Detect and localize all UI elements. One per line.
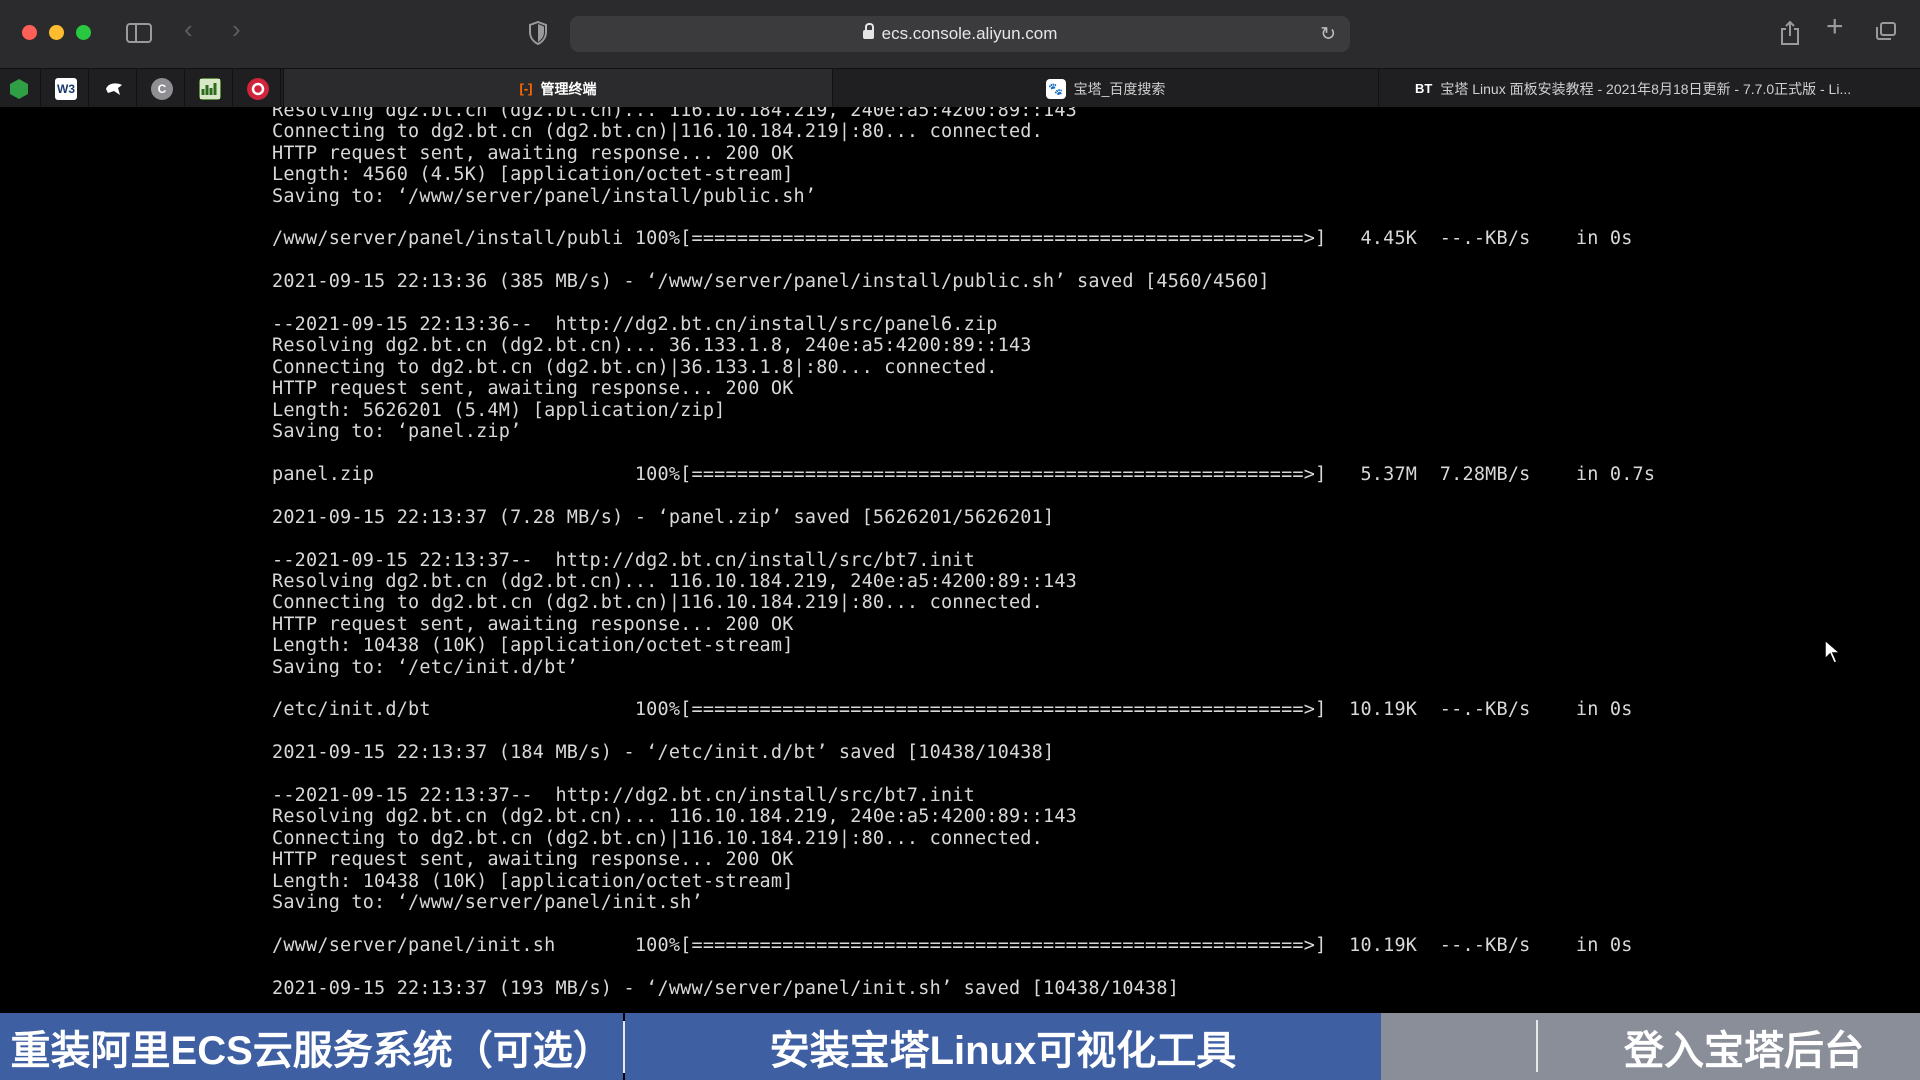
terminal-line: Connecting to dg2.bt.cn (dg2.bt.cn)|36.1…	[272, 356, 998, 378]
forward-arrow-icon[interactable]: ›	[232, 16, 241, 42]
caption-step3-text: 登入宝塔后台	[1624, 1028, 1864, 1073]
close-window-button[interactable]	[22, 25, 37, 40]
pinned-tab-hexagon[interactable]	[8, 78, 30, 100]
terminal-line: 2021-09-15 22:13:37 (193 MB/s) - ‘/www/s…	[272, 977, 1180, 999]
terminal-line: Saving to: ‘panel.zip’	[272, 421, 522, 443]
terminal-line: HTTP request sent, awaiting response... …	[272, 613, 794, 635]
reload-icon[interactable]: ↻	[1320, 23, 1336, 46]
terminal-line: --2021-09-15 22:13:37-- http://dg2.bt.cn…	[272, 785, 975, 806]
tab-terminal[interactable]: [-] 管理终端	[283, 69, 832, 108]
terminal-line: HTTP request sent, awaiting response... …	[272, 378, 794, 400]
terminal-line: Length: 10438 (10K) [application/octet-s…	[272, 870, 794, 892]
caption-step2: 安装宝塔Linux可视化工具	[625, 1013, 1381, 1080]
terminal-line: Resolving dg2.bt.cn (dg2.bt.cn)... 116.1…	[272, 107, 1077, 121]
minimize-window-button[interactable]	[49, 25, 64, 40]
bird-icon	[106, 83, 122, 95]
pinned-tab-c[interactable]: C	[151, 78, 173, 100]
caption-divider	[1535, 1020, 1538, 1072]
terminal-line: HTTP request sent, awaiting response... …	[272, 849, 794, 871]
lock-icon	[862, 23, 874, 39]
terminal-line: 2021-09-15 22:13:37 (7.28 MB/s) - ‘panel…	[272, 506, 1055, 528]
terminal-line: Resolving dg2.bt.cn (dg2.bt.cn)... 116.1…	[272, 806, 1077, 828]
bt-logo-icon: BT	[1415, 81, 1433, 96]
caption-step3: 登入宝塔后台	[1380, 1013, 1920, 1080]
terminal-line: /etc/init.d/bt 100%[====================…	[272, 699, 1633, 721]
terminal-line: Saving to: ‘/www/server/panel/init.sh’	[272, 892, 703, 914]
terminal-line: /www/server/panel/install/publi 100%[===…	[272, 228, 1633, 250]
terminal-line: Length: 10438 (10K) [application/octet-s…	[272, 635, 794, 657]
tab-label: 宝塔_百度搜索	[1073, 80, 1166, 97]
terminal-line: panel.zip 100%[=========================…	[272, 463, 1656, 485]
terminal-output: Resolving dg2.bt.cn (dg2.bt.cn)... 116.1…	[272, 107, 1655, 999]
sidebar-toggle-icon[interactable]	[126, 23, 152, 43]
caption-step1: 重装阿里ECS云服务系统（可选）	[0, 1013, 624, 1080]
tab-bar: W3 C [-] 管理终端 🐾 宝塔_百度搜索 BT 宝塔 Linux 面板安装…	[0, 68, 1920, 108]
tab-baidu-search[interactable]: 🐾 宝塔_百度搜索	[832, 69, 1378, 108]
pinned-tab-bird[interactable]	[103, 78, 125, 100]
pinned-tab-w3[interactable]: W3	[55, 78, 77, 100]
terminal-line: --2021-09-15 22:13:37-- http://dg2.bt.cn…	[272, 549, 975, 571]
terminal-line: Connecting to dg2.bt.cn (dg2.bt.cn)|116.…	[272, 592, 1043, 614]
terminal-line: /www/server/panel/init.sh 100%[=========…	[272, 934, 1633, 956]
terminal-line: Connecting to dg2.bt.cn (dg2.bt.cn)|116.…	[272, 121, 1043, 143]
url-text: ecs.console.aliyun.com	[881, 24, 1058, 43]
record-icon	[251, 82, 265, 96]
terminal-line: Length: 4560 (4.5K) [application/octet-s…	[272, 164, 794, 186]
mouse-pointer-icon	[1824, 639, 1842, 664]
terminal-line: Resolving dg2.bt.cn (dg2.bt.cn)... 36.13…	[272, 335, 1032, 357]
back-arrow-icon[interactable]: ‹	[184, 16, 193, 42]
tab-overview-icon[interactable]	[1876, 22, 1896, 40]
zoom-window-button[interactable]	[76, 25, 91, 40]
terminal-line: Resolving dg2.bt.cn (dg2.bt.cn)... 116.1…	[272, 570, 1077, 592]
terminal-window[interactable]: Resolving dg2.bt.cn (dg2.bt.cn)... 116.1…	[0, 107, 1920, 1013]
address-bar[interactable]: ecs.console.aliyun.com ↻	[570, 16, 1350, 52]
tab-label: 管理终端	[540, 80, 597, 97]
browser-toolbar: ‹ › ecs.console.aliyun.com ↻ +	[0, 0, 1920, 68]
step-caption-bar: 重装阿里ECS云服务系统（可选） 安装宝塔Linux可视化工具 登入宝塔后台	[0, 1013, 1920, 1080]
aliyun-icon: [-]	[519, 81, 533, 96]
chart-icon	[200, 79, 220, 99]
new-tab-plus-icon[interactable]: +	[1826, 12, 1844, 42]
terminal-line: --2021-09-15 22:13:36-- http://dg2.bt.cn…	[272, 314, 998, 336]
c-icon: C	[157, 82, 167, 96]
pinned-tab-record[interactable]	[247, 78, 269, 100]
tab-label: 宝塔 Linux 面板安装教程 - 2021年8月18日更新 - 7.7.0正式…	[1440, 80, 1852, 97]
w3-icon: W3	[57, 82, 75, 96]
url-display: ecs.console.aliyun.com	[570, 23, 1350, 44]
privacy-shield-icon[interactable]	[528, 21, 548, 45]
terminal-line: Saving to: ‘/etc/init.d/bt’	[272, 656, 579, 678]
baidu-paw-icon: 🐾	[1045, 78, 1066, 99]
terminal-line: 2021-09-15 22:13:37 (184 MB/s) - ‘/etc/i…	[272, 742, 1055, 764]
share-icon[interactable]	[1780, 20, 1800, 46]
hexagon-icon	[10, 79, 28, 99]
terminal-line: HTTP request sent, awaiting response... …	[272, 142, 794, 164]
terminal-line: Length: 5626201 (5.4M) [application/zip]	[272, 399, 726, 421]
terminal-line: 2021-09-15 22:13:36 (385 MB/s) - ‘/www/s…	[272, 271, 1270, 293]
terminal-line: Saving to: ‘/www/server/panel/install/pu…	[272, 185, 817, 207]
tab-bt-tutorial[interactable]: BT 宝塔 Linux 面板安装教程 - 2021年8月18日更新 - 7.7.…	[1378, 69, 1920, 108]
pinned-tab-chart[interactable]	[199, 78, 221, 100]
terminal-line: Connecting to dg2.bt.cn (dg2.bt.cn)|116.…	[272, 827, 1043, 849]
